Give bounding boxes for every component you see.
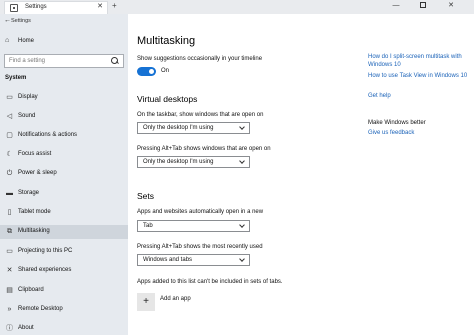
sidebar-item-label: Power & sleep [18,170,57,176]
toggle-state-label: On [161,68,170,74]
maximize-icon [420,2,426,9]
chevron-down-icon [239,256,245,262]
tab-close-icon[interactable]: ✕ [97,3,103,11]
sidebar-item-display[interactable]: ▭ Display [0,91,128,105]
projecting-icon: ▭ [6,248,13,255]
title-bar: Settings ✕ + — ✕ [0,0,474,14]
plus-icon: + [143,296,149,307]
sets-heading: Sets [137,191,155,201]
toggle-knob [149,69,154,74]
sidebar-item-label: Focus assist [18,151,52,157]
get-help-link[interactable]: Get help [368,92,391,100]
sidebar-item-label: Shared experiences [18,267,72,273]
sidebar-item-label: Sound [18,113,36,119]
sidebar-item-label: Display [18,94,38,100]
info-icon: ⓘ [6,325,13,332]
sidebar-item-label: Tablet mode [18,209,51,215]
sidebar-item-projecting[interactable]: ▭ Projecting to this PC [0,245,128,259]
taskbar-windows-label: On the taskbar, show windows that are op… [137,112,264,118]
display-icon: ▭ [6,94,13,101]
dropdown-value: Windows and tabs [143,257,193,263]
back-arrow-icon[interactable]: ← [4,17,11,25]
apps-open-dropdown[interactable]: Tab [137,220,250,232]
sidebar: ← Settings ⌂ Home Find a setting System … [0,14,128,335]
sidebar-item-shared-experiences[interactable]: ✕ Shared experiences [0,264,128,278]
power-icon: ⏻ [6,170,13,177]
page-title: Multitasking [137,35,196,47]
section-heading: System [5,75,27,81]
sidebar-title: Settings [11,18,31,24]
sidebar-item-label: Multitasking [18,228,50,234]
add-app-label[interactable]: Add an app [160,296,191,302]
timeline-toggle[interactable] [137,67,156,76]
storage-icon: ▬ [6,190,13,197]
sidebar-item-about[interactable]: ⓘ About [0,322,128,335]
alttab-windows-dropdown[interactable]: Only the desktop I'm using [137,156,250,168]
sidebar-item-label: Storage [18,190,40,196]
apps-open-label: Apps and websites automatically open in … [137,209,264,215]
clipboard-icon: ▤ [6,287,13,294]
close-button[interactable]: ✕ [440,0,462,14]
search-icon [111,56,119,65]
settings-app-icon [10,4,18,12]
remote-desktop-icon: » [7,306,12,313]
chevron-down-icon [239,158,245,164]
new-tab-button[interactable]: + [112,0,117,12]
sidebar-item-focus-assist[interactable]: ☾ Focus assist [0,148,128,162]
minimize-button[interactable]: — [385,0,407,14]
sidebar-item-remote-desktop[interactable]: » Remote Desktop [0,303,128,317]
shared-icon: ✕ [6,267,13,274]
sidebar-item-sound[interactable]: ◁ Sound [0,110,128,124]
chevron-down-icon [239,124,245,130]
feedback-link[interactable]: Give us feedback [368,129,414,137]
make-windows-better-label: Make Windows better [368,120,426,126]
sidebar-item-label: Clipboard [18,287,44,293]
sidebar-item-power[interactable]: ⏻ Power & sleep [0,167,128,181]
taskbar-windows-dropdown[interactable]: Only the desktop I'm using [137,122,250,134]
home-link[interactable]: ⌂ Home [0,36,128,48]
home-label: Home [18,38,35,44]
sidebar-item-label: Notifications & actions [18,132,78,138]
sidebar-item-multitasking[interactable]: ⧉ Multitasking [0,225,128,239]
main-content: Multitasking Show suggestions occasional… [128,14,474,335]
timeline-label: Show suggestions occasionally in your ti… [137,56,263,62]
add-app-button[interactable]: + [137,293,155,311]
sidebar-item-label: About [18,325,34,331]
alttab-recent-label: Pressing Alt+Tab shows the most recently… [137,244,263,250]
exclusion-label: Apps added to this list can't be include… [137,279,283,285]
search-input[interactable]: Find a setting [4,54,124,68]
multitasking-icon: ⧉ [7,228,12,235]
alttab-windows-label: Pressing Alt+Tab shows windows that are … [137,146,271,152]
tab-title: Settings [25,4,47,10]
sidebar-item-storage[interactable]: ▬ Storage [0,187,128,201]
speaker-icon: ◁ [6,113,13,120]
sidebar-item-clipboard[interactable]: ▤ Clipboard [0,284,128,298]
notifications-icon: ▢ [6,132,13,139]
chevron-down-icon [239,222,245,228]
settings-tab[interactable]: Settings ✕ [4,1,108,14]
task-view-help-link[interactable]: How to use Task View in Windows 10 [368,72,468,80]
sidebar-item-tablet-mode[interactable]: ▯ Tablet mode [0,206,128,220]
sidebar-item-notifications[interactable]: ▢ Notifications & actions [0,129,128,143]
dropdown-value: Tab [143,223,153,229]
maximize-button[interactable] [412,0,434,14]
alttab-recent-dropdown[interactable]: Windows and tabs [137,254,250,266]
sidebar-item-label: Remote Desktop [18,306,63,312]
search-placeholder: Find a setting [9,58,46,64]
dropdown-value: Only the desktop I'm using [143,125,214,131]
moon-icon: ☾ [6,151,13,158]
tablet-icon: ▯ [7,209,12,216]
home-icon: ⌂ [5,37,10,44]
sidebar-item-label: Projecting to this PC [18,248,73,254]
virtual-desktops-heading: Virtual desktops [137,94,198,104]
split-screen-help-link[interactable]: How do I split-screen multitask with Win… [368,53,468,69]
dropdown-value: Only the desktop I'm using [143,159,214,165]
